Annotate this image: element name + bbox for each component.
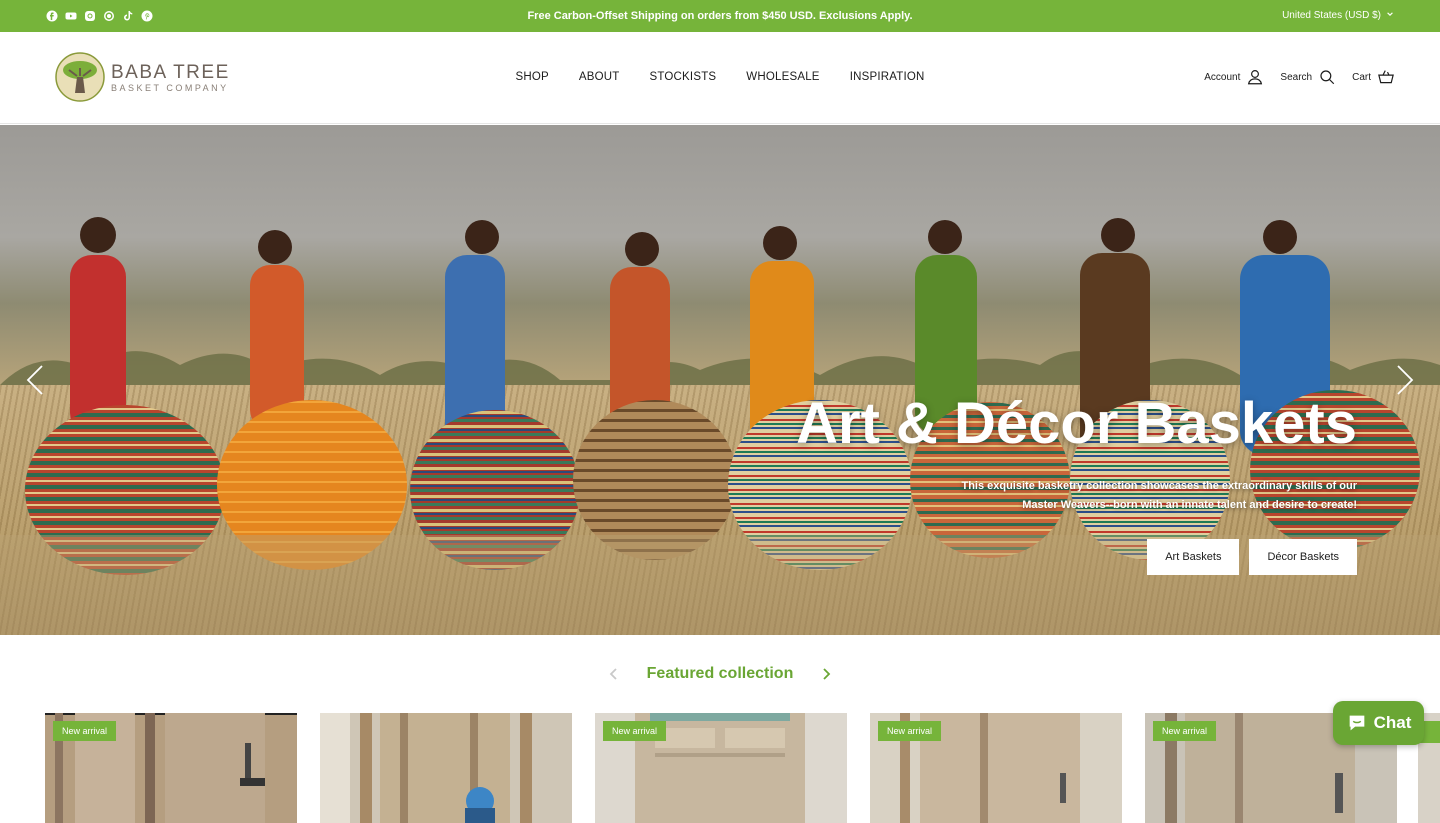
product-carousel: New arrival New arrival New arrival New … [45,713,1397,823]
currency-label: United States (USD $) [1282,10,1381,21]
product-card[interactable]: New arrival [45,713,297,823]
featured-prev-button[interactable] [607,667,621,681]
hero-subtitle-line-1: This exquisite basketry collection showc… [961,480,1357,492]
featured-collection-title: Featured collection [646,665,794,682]
logo-title: BABA TREE [111,61,230,83]
slide-next-button[interactable] [1390,363,1420,397]
chat-label: Chat [1373,713,1412,732]
new-arrival-badge: New arrival [1153,721,1217,741]
product-card[interactable] [320,713,572,823]
logo-subtitle: BASKET COMPANY [111,82,229,93]
user-icon [1248,70,1263,85]
decor-baskets-button[interactable]: Décor Baskets [1249,539,1357,575]
chat-bubble-icon [1349,715,1364,731]
nav-about[interactable]: ABOUT [579,71,620,83]
nav-shop[interactable]: SHOP [515,71,548,83]
currency-selector[interactable]: United States (USD $) [1282,10,1394,21]
featured-collection-header: Featured collection [0,665,1440,683]
hero-subtitle: This exquisite basketry collection showc… [737,477,1357,515]
search-label: Search [1280,71,1313,83]
basket-icon [1378,70,1394,84]
nav-wholesale[interactable]: WHOLESALE [746,71,819,83]
chevron-right-icon [823,668,831,680]
chevron-left-icon [26,365,43,395]
account-label: Account [1204,71,1241,83]
search-link[interactable]: Search [1280,68,1336,86]
announcement-bar: Free Carbon-Offset Shipping on orders fr… [0,0,1440,32]
nav-inspiration[interactable]: INSPIRATION [850,71,925,83]
account-link[interactable]: Account [1204,68,1264,86]
chevron-down-icon [1386,10,1394,21]
product-image [320,713,572,823]
slide-prev-button[interactable] [20,363,50,397]
chevron-right-icon [1397,365,1414,395]
baobab-tree-icon [55,52,105,102]
chevron-left-icon [609,668,617,680]
art-baskets-button[interactable]: Art Baskets [1147,539,1240,575]
hero-subtitle-line-2: Master Weavers--born with an innate tale… [1022,499,1357,511]
logo[interactable]: BABA TREE BASKET COMPANY [55,52,230,102]
product-card[interactable]: New arrival [595,713,847,823]
new-arrival-badge: New arrival [878,721,942,741]
hero-content: Art & Décor Baskets This exquisite baske… [737,395,1357,575]
product-card[interactable]: New arrival [870,713,1122,823]
announcement-text: Free Carbon-Offset Shipping on orders fr… [527,10,913,22]
chat-button[interactable]: Chat [1333,701,1424,745]
cart-link[interactable]: Cart [1352,68,1395,86]
search-icon [1320,70,1335,85]
hero-title: Art & Décor Baskets [796,391,1357,456]
nav-stockists[interactable]: STOCKISTS [650,71,717,83]
featured-next-button[interactable] [819,667,833,681]
header-utilities: Account Search Cart [1204,68,1395,86]
hero-buttons: Art Baskets Décor Baskets [737,539,1357,575]
site-header: BABA TREE BASKET COMPANY SHOP ABOUT STOC… [0,32,1440,124]
new-arrival-badge: New arrival [53,721,117,741]
cart-label: Cart [1352,71,1371,83]
hero-slideshow: Art & Décor Baskets This exquisite baske… [0,125,1440,635]
new-arrival-badge: New arrival [603,721,667,741]
